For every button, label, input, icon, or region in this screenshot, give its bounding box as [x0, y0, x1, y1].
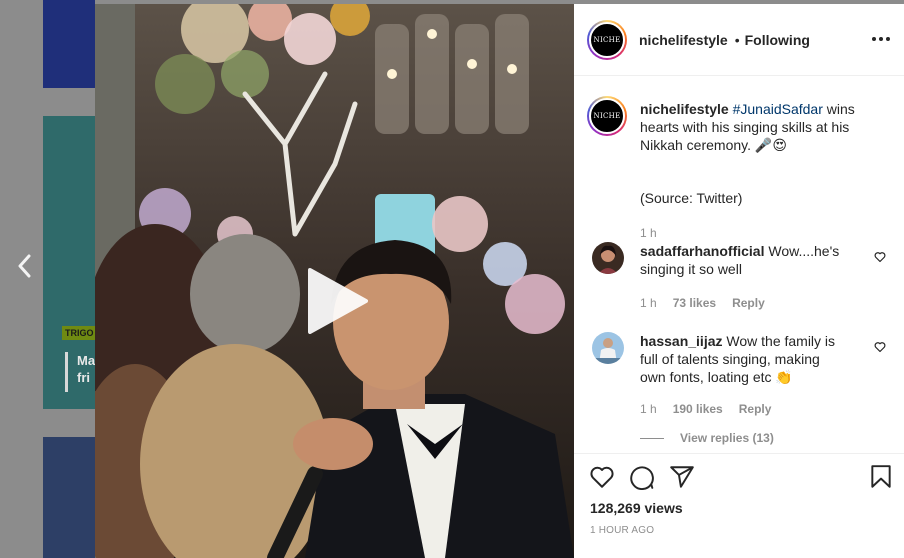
- like-comment-button[interactable]: [874, 250, 886, 263]
- save-button[interactable]: [868, 464, 894, 490]
- chevron-left-icon: [18, 254, 31, 278]
- caption-timestamp[interactable]: 1 h: [640, 226, 657, 240]
- commenter-avatar[interactable]: [592, 332, 624, 364]
- post-video[interactable]: [95, 4, 574, 558]
- reply-button[interactable]: Reply: [732, 296, 765, 310]
- reply-button[interactable]: Reply: [739, 402, 772, 416]
- feed-tag: TRIGO: [62, 326, 95, 340]
- feed-thumbnail: [43, 437, 95, 558]
- comment-username[interactable]: sadaffarhanofficial: [640, 243, 764, 259]
- comment-meta: 1 h 73 likes Reply: [640, 296, 765, 310]
- separator-dot: •: [734, 31, 740, 48]
- comment-time[interactable]: 1 h: [640, 402, 657, 416]
- heart-icon: [874, 252, 886, 263]
- comment-time[interactable]: 1 h: [640, 296, 657, 310]
- view-count[interactable]: 128,269 views: [590, 500, 683, 516]
- caption-text: nichelifestyle #JunaidSafdar wins hearts…: [640, 100, 870, 154]
- following-button[interactable]: Following: [745, 32, 810, 48]
- send-icon: [670, 466, 694, 488]
- bookmark-icon: [871, 465, 891, 488]
- caption-username[interactable]: nichelifestyle: [640, 101, 729, 117]
- commenter-avatar[interactable]: [592, 242, 624, 274]
- more-options-button[interactable]: [870, 31, 892, 47]
- avatar-logo: NICHE: [589, 21, 625, 58]
- comment-text: hassan_iijaz Wow the family is full of t…: [640, 332, 840, 386]
- post-header: NICHE nichelifestyle • Following: [574, 4, 904, 76]
- like-comment-button[interactable]: [874, 340, 886, 353]
- comments-section[interactable]: NICHE nichelifestyle #JunaidSafdar wins …: [574, 76, 904, 454]
- like-button[interactable]: [589, 464, 615, 490]
- comment-likes[interactable]: 73 likes: [673, 296, 716, 310]
- heart-icon: [590, 466, 614, 488]
- post-timestamp[interactable]: 1 HOUR AGO: [590, 525, 654, 536]
- avatar-logo: NICHE: [589, 98, 625, 134]
- caption-source: (Source: Twitter): [640, 190, 743, 206]
- caption-avatar[interactable]: NICHE: [587, 96, 627, 136]
- play-button[interactable]: [304, 266, 370, 336]
- feed-caption: Ma fri: [65, 352, 95, 392]
- post-sidebar: NICHE nichelifestyle • Following NICHE n…: [574, 4, 904, 558]
- share-button[interactable]: [669, 464, 695, 490]
- comment-meta: 1 h 190 likes Reply: [640, 402, 771, 416]
- comment-username[interactable]: hassan_iijaz: [640, 333, 723, 349]
- comment-likes[interactable]: 190 likes: [673, 402, 723, 416]
- avatar[interactable]: NICHE: [587, 19, 627, 60]
- feed-thumbnail: [43, 0, 95, 88]
- avatar-image: [592, 242, 624, 274]
- post-modal: NICHE nichelifestyle • Following NICHE n…: [95, 4, 904, 558]
- more-options-icon: [872, 37, 890, 41]
- header-username[interactable]: nichelifestyle: [639, 32, 728, 48]
- caption-hashtag[interactable]: #JunaidSafdar: [733, 101, 823, 117]
- view-replies-label: View replies (13): [680, 431, 774, 445]
- view-replies-button[interactable]: View replies (13): [640, 431, 774, 445]
- heart-icon: [874, 342, 886, 353]
- comment-button[interactable]: [629, 464, 655, 491]
- avatar-image: [592, 332, 624, 364]
- play-icon: [308, 268, 368, 334]
- divider-line: [640, 437, 664, 439]
- comment-text: sadaffarhanofficial Wow....he's singing …: [640, 242, 840, 278]
- comment-icon: [630, 466, 654, 491]
- post-actions: 128,269 views 1 HOUR AGO: [574, 453, 904, 558]
- previous-post-button[interactable]: [12, 252, 36, 280]
